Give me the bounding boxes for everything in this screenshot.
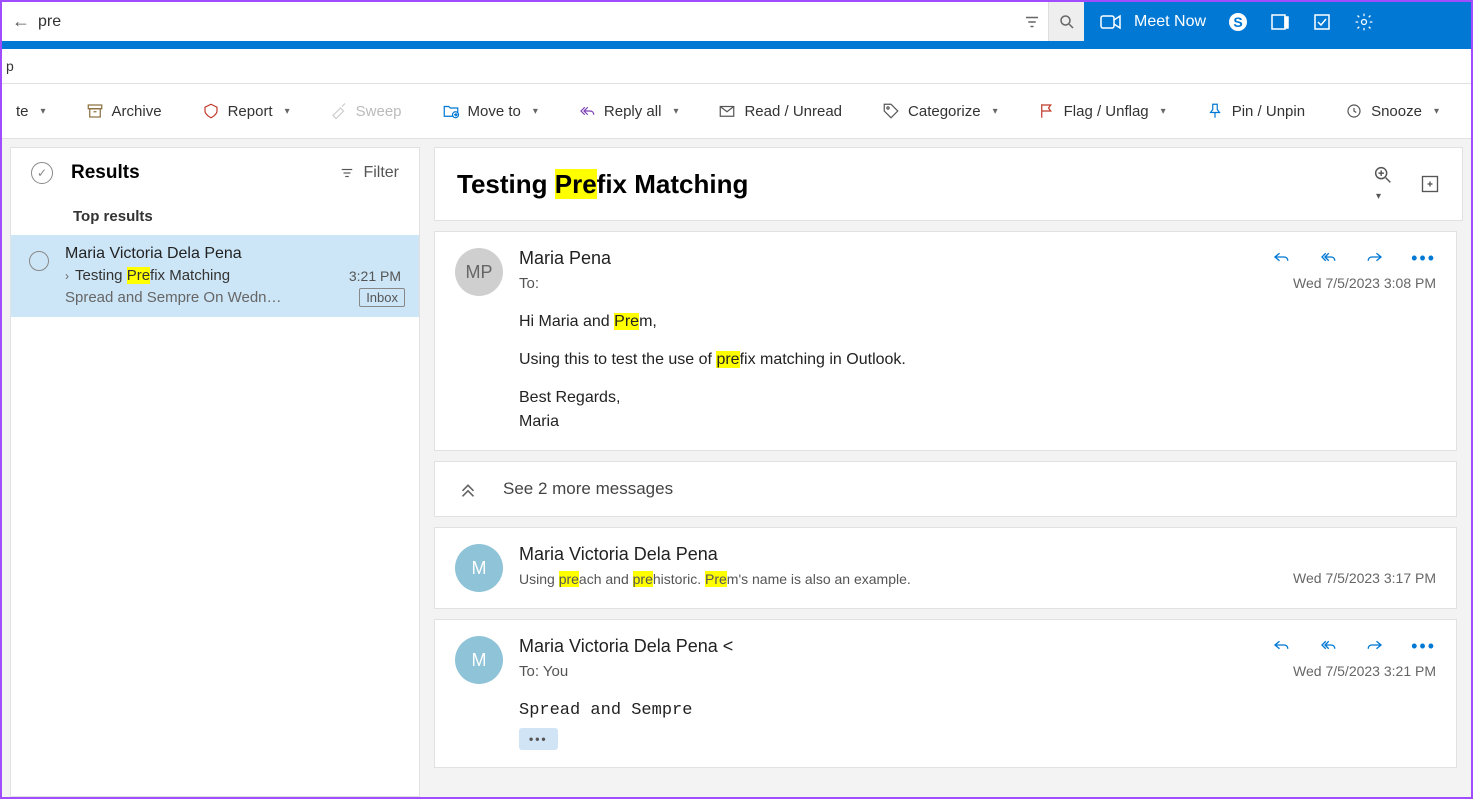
search-input[interactable] [34, 9, 1016, 35]
subject-bar: Testing Prefix Matching ▾ [434, 147, 1463, 221]
filter-button[interactable]: Filter [339, 164, 399, 182]
more-icon[interactable]: ••• [1411, 636, 1436, 657]
top-results-label: Top results [11, 198, 419, 235]
see-more-button[interactable]: See 2 more messages [434, 461, 1457, 517]
pin-button[interactable]: Pin / Unpin [1200, 98, 1311, 124]
message-preview: Spread and Sempre On Wedn… [65, 289, 351, 306]
delete-button[interactable]: te▾ [10, 99, 52, 124]
forward-icon[interactable] [1365, 248, 1385, 266]
reply-all-icon[interactable] [1317, 636, 1339, 654]
ribbon-strip [2, 41, 1471, 49]
reply-icon[interactable] [1271, 636, 1291, 654]
search-filter-icon[interactable] [1016, 2, 1048, 41]
email-from: Maria Victoria Dela Pena [519, 544, 1277, 565]
email-date: Wed 7/5/2023 3:21 PM [1293, 663, 1436, 679]
email-to: To: [519, 275, 1255, 292]
title-bar: ← Meet Now S [2, 2, 1471, 41]
thread-scroll[interactable]: MP Maria Pena To: ••• Wed 7/5/2023 3:08 … [434, 221, 1463, 797]
more-icon[interactable]: ••• [1411, 248, 1436, 269]
email-from: Maria Pena [519, 248, 1255, 269]
reading-pane: Testing Prefix Matching ▾ MP Maria Pena … [434, 147, 1463, 797]
select-message-icon[interactable] [29, 251, 49, 271]
reply-icon[interactable] [1271, 248, 1291, 266]
message-item[interactable]: Maria Victoria Dela Pena › Testing Prefi… [11, 235, 419, 317]
expand-icon[interactable] [1420, 174, 1440, 194]
email-date: Wed 7/5/2023 3:08 PM [1293, 275, 1436, 291]
reply-all-icon[interactable] [1317, 248, 1339, 266]
email-subject: Testing Prefix Matching [457, 169, 1372, 200]
archive-button[interactable]: Archive [80, 98, 168, 124]
email-preview: Using preach and prehistoric. Prem's nam… [519, 571, 1277, 587]
email-card[interactable]: M Maria Victoria Dela Pena Using preach … [434, 527, 1457, 609]
skype-icon[interactable]: S [1228, 12, 1248, 32]
svg-text:S: S [1233, 14, 1242, 30]
meet-now-label: Meet Now [1134, 13, 1206, 31]
email-to: To: You [519, 663, 1255, 680]
zoom-icon[interactable]: ▾ [1372, 164, 1394, 204]
back-icon[interactable]: ← [8, 11, 34, 32]
onenote-icon[interactable] [1270, 12, 1290, 32]
results-title: Results [71, 162, 321, 184]
avatar: M [455, 636, 503, 684]
expand-quote-button[interactable]: ••• [519, 728, 558, 750]
task-icon[interactable] [1312, 12, 1332, 32]
avatar: MP [455, 248, 503, 296]
report-button[interactable]: Report▾ [196, 98, 296, 124]
categorize-button[interactable]: Categorize▾ [876, 98, 1004, 124]
search-button[interactable] [1048, 2, 1084, 41]
email-date: Wed 7/5/2023 3:17 PM [1293, 570, 1436, 586]
move-to-button[interactable]: Move to▾ [436, 98, 544, 124]
search-bar: ← [2, 2, 1084, 41]
command-toolbar: te▾ Archive Report▾ Sweep Move to▾ Reply… [2, 83, 1471, 139]
header-actions: Meet Now S [1084, 2, 1390, 41]
email-from: Maria Victoria Dela Pena < [519, 636, 1255, 657]
email-card[interactable]: MP Maria Pena To: ••• Wed 7/5/2023 3:08 … [434, 231, 1457, 451]
forward-icon[interactable] [1365, 636, 1385, 654]
settings-icon[interactable] [1354, 12, 1374, 32]
read-unread-button[interactable]: Read / Unread [712, 98, 848, 124]
snooze-button[interactable]: Snooze▾ [1339, 98, 1445, 124]
email-body: Spread and Sempre ••• [519, 698, 1436, 751]
chevron-right-icon: › [65, 269, 69, 283]
avatar: M [455, 544, 503, 592]
email-body: Hi Maria and Prem, Using this to test th… [519, 310, 1436, 434]
sweep-button: Sweep [324, 98, 408, 124]
reply-all-button[interactable]: Reply all▾ [572, 98, 685, 124]
email-card[interactable]: M Maria Victoria Dela Pena < To: You •••… [434, 619, 1457, 768]
folder-badge: Inbox [359, 288, 405, 307]
message-subject: Testing Prefix Matching [75, 267, 230, 284]
content-area: ✓ Results Filter Top results Maria Victo… [2, 139, 1471, 797]
meet-now-button[interactable]: Meet Now [1100, 13, 1206, 31]
message-time: 3:21 PM [349, 268, 405, 284]
flag-button[interactable]: Flag / Unflag▾ [1032, 98, 1172, 124]
message-list-pane: ✓ Results Filter Top results Maria Victo… [10, 147, 420, 797]
results-header: ✓ Results Filter [11, 148, 419, 198]
select-all-icon[interactable]: ✓ [31, 162, 53, 184]
sub-bar: p [2, 49, 1471, 83]
message-sender: Maria Victoria Dela Pena [65, 245, 405, 263]
